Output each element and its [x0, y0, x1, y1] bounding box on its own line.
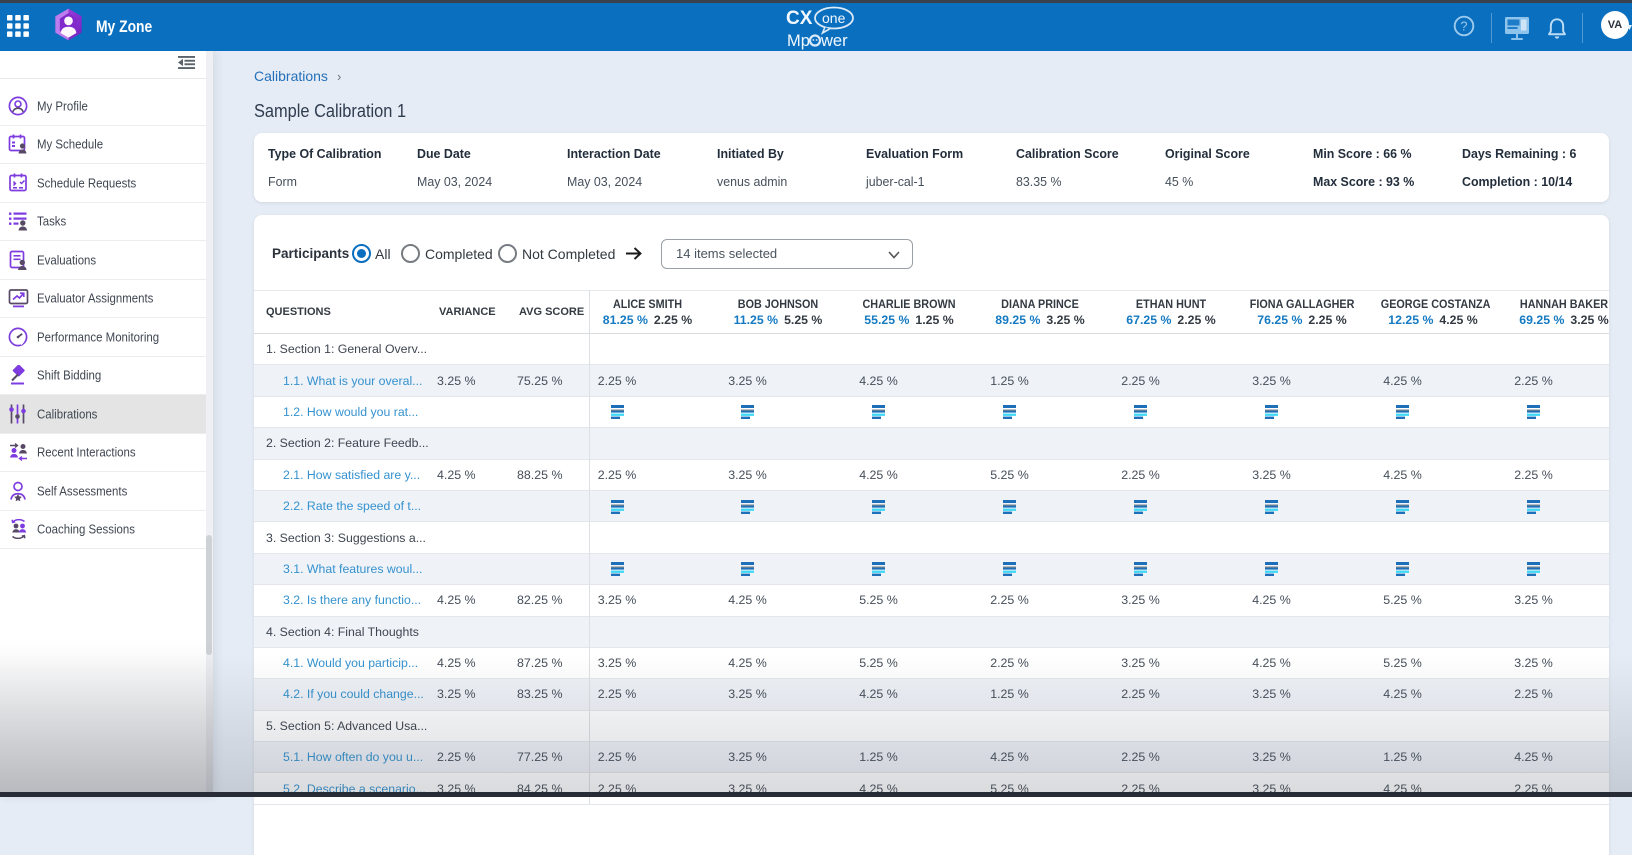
svg-text:CX: CX — [786, 8, 813, 29]
svg-text:one: one — [822, 10, 846, 26]
svg-text:?: ? — [1461, 20, 1468, 34]
svg-text:wer: wer — [820, 32, 848, 50]
svg-text:Mp: Mp — [787, 32, 810, 50]
